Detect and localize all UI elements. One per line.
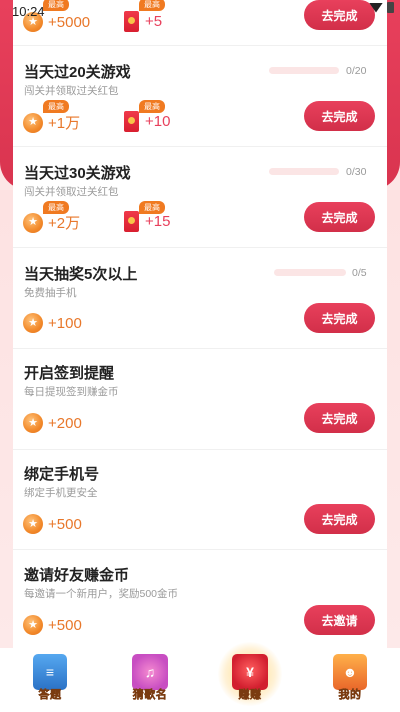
tab-label: 猜歌名 — [132, 689, 168, 702]
envelope-reward-value: +15 — [145, 213, 171, 230]
coin-reward: ★ +500 — [23, 514, 82, 534]
complete-button[interactable]: 去完成 — [304, 0, 375, 30]
task-item: 绑定手机号 绑定手机更安全 ★ +500 去完成 — [13, 450, 387, 550]
envelope-reward-value: +5 — [145, 13, 163, 30]
task-title: 当天过20关游戏 — [24, 64, 131, 81]
task-item: 当天抽奖5次以上 免费抽手机 0/5 ★ +100 去完成 — [13, 248, 387, 349]
tab-label: 我的 — [338, 689, 362, 702]
task-item: 最高 ★ +5000 最高 +5 去完成 — [13, 0, 387, 46]
coin-max-tag: 最高 — [43, 0, 69, 11]
task-title: 开启签到提醒 — [24, 365, 115, 382]
task-subtitle: 绑定手机更安全 — [24, 487, 98, 499]
coin-icon: ★ — [23, 212, 43, 233]
coin-reward-value: +100 — [48, 314, 82, 332]
task-item: 当天过30关游戏 闯关并领取过关红包 0/30 最高 ★ +2万 最高 +15 … — [13, 147, 387, 248]
red-envelope-icon — [124, 11, 139, 32]
envelope-reward: +5 — [124, 11, 162, 32]
task-item: 邀请好友赚金币 每邀请一个新用户，奖励500金币 ★ +500 去邀请 — [13, 550, 387, 648]
bottom-tab-bar: ≡ 答题 ♫ 猜歌名 ¥ 赚赚 ☻ 我的 — [0, 642, 400, 712]
task-subtitle: 每日提现签到赚金币 — [24, 386, 119, 398]
profile-icon: ☻ — [333, 654, 367, 690]
progress-text: 0/20 — [346, 65, 367, 77]
progress-bar — [274, 269, 346, 276]
coin-reward: ★ +2万 — [23, 212, 80, 233]
complete-button[interactable]: 去完成 — [304, 101, 375, 131]
complete-button[interactable]: 去完成 — [304, 504, 375, 534]
progress-bar — [269, 67, 339, 74]
complete-button[interactable]: 去完成 — [304, 202, 375, 232]
wifi-icon — [369, 2, 383, 13]
coin-reward: ★ +500 — [23, 615, 82, 635]
red-bag-icon: ¥ — [232, 654, 268, 690]
status-icons — [369, 2, 394, 13]
coin-reward: ★ +200 — [23, 413, 82, 433]
task-subtitle: 闯关并领取过关红包 — [24, 85, 119, 97]
task-subtitle: 闯关并领取过关红包 — [24, 186, 119, 198]
coin-reward-value: +500 — [48, 616, 82, 634]
task-title: 绑定手机号 — [24, 466, 100, 483]
task-item: 开启签到提醒 每日提现签到赚金币 ★ +200 去完成 — [13, 349, 387, 450]
coin-icon: ★ — [23, 514, 43, 534]
envelope-reward: +10 — [124, 111, 170, 132]
task-item: 当天过20关游戏 闯关并领取过关红包 0/20 最高 ★ +1万 最高 +10 … — [13, 46, 387, 147]
coin-reward-value: +2万 — [48, 215, 81, 232]
red-envelope-icon — [124, 211, 139, 232]
tab-earn[interactable]: ¥ 赚赚 — [200, 642, 300, 712]
tab-label: 赚赚 — [238, 689, 262, 702]
coin-icon: ★ — [23, 313, 43, 333]
book-icon: ≡ — [33, 654, 67, 690]
coin-reward-value: +5000 — [48, 13, 91, 31]
progress-text: 0/5 — [352, 267, 367, 279]
coin-reward: ★ +100 — [23, 313, 82, 333]
coin-icon: ★ — [23, 413, 43, 433]
coin-reward-value: +200 — [48, 414, 82, 432]
task-subtitle: 每邀请一个新用户，奖励500金币 — [24, 588, 179, 600]
progress-bar — [269, 168, 339, 175]
battery-icon — [387, 2, 394, 13]
task-subtitle: 免费抽手机 — [24, 287, 77, 299]
task-title: 邀请好友赚金币 — [24, 567, 130, 584]
complete-button[interactable]: 去完成 — [304, 303, 375, 333]
red-envelope-icon — [124, 111, 139, 132]
tab-mine[interactable]: ☻ 我的 — [300, 648, 400, 712]
task-title: 当天抽奖5次以上 — [24, 266, 138, 283]
task-title: 当天过30关游戏 — [24, 165, 131, 182]
complete-button[interactable]: 去完成 — [304, 403, 375, 433]
tab-guess-song[interactable]: ♫ 猜歌名 — [100, 648, 200, 712]
progress-text: 0/30 — [346, 166, 367, 178]
invite-button[interactable]: 去邀请 — [304, 605, 375, 635]
status-time: 10:24 — [12, 4, 45, 19]
coin-icon: ★ — [23, 112, 43, 133]
envelope-reward-value: +10 — [145, 113, 171, 130]
music-note-icon: ♫ — [132, 654, 168, 690]
coin-reward-value: +500 — [48, 515, 82, 533]
envelope-max-tag: 最高 — [139, 0, 165, 11]
tab-label: 答题 — [38, 689, 62, 702]
coin-reward-value: +1万 — [48, 115, 81, 132]
tab-answer[interactable]: ≡ 答题 — [0, 648, 100, 712]
task-list: 最高 ★ +5000 最高 +5 去完成 当天过20关游戏 闯关并领取过关红包 … — [13, 0, 387, 648]
coin-icon: ★ — [23, 615, 43, 635]
envelope-reward: +15 — [124, 211, 170, 232]
coin-reward: ★ +1万 — [23, 112, 80, 133]
